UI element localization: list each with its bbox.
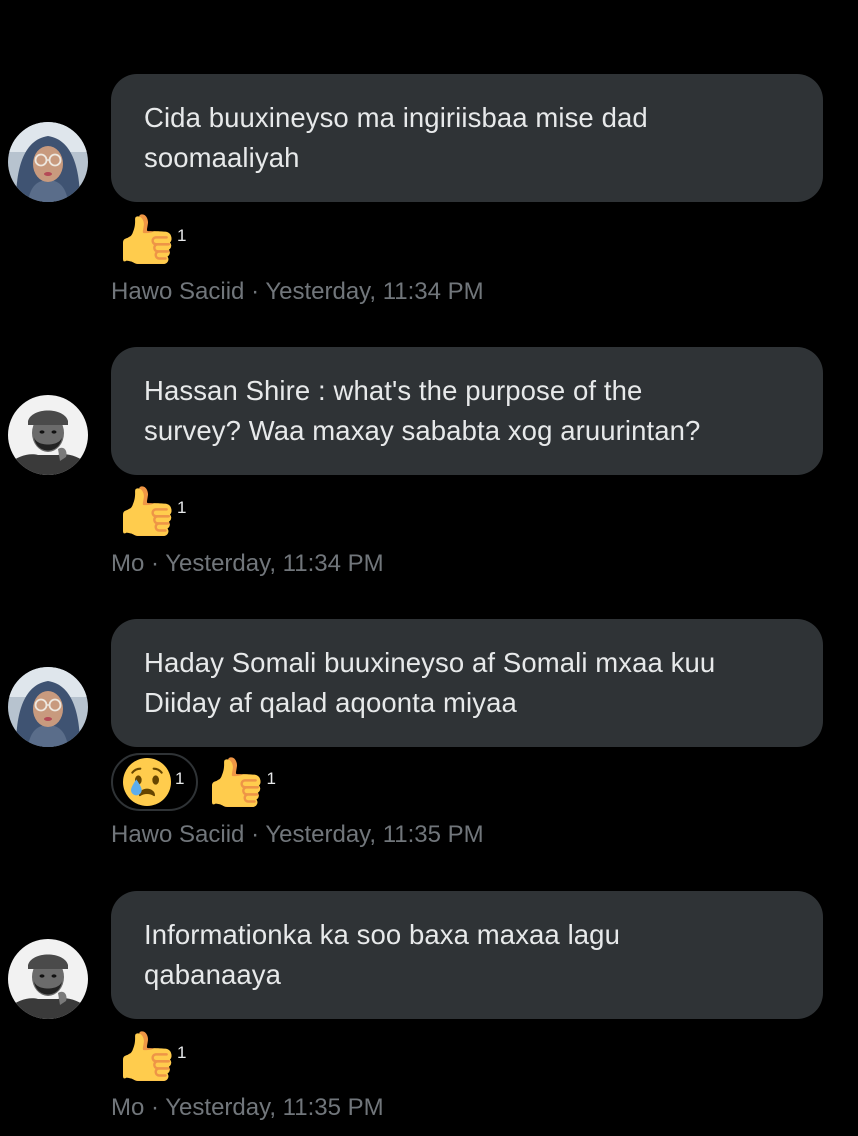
message-text-line: Diiday af qalad aqoonta miyaa bbox=[144, 687, 517, 718]
message-text-line: Haday Somali buuxineyso af Somali mxaa k… bbox=[144, 647, 716, 678]
thumbs-up-icon bbox=[212, 757, 262, 807]
message-timestamp: Yesterday, 11:35 PM bbox=[165, 1094, 384, 1121]
message-bubble[interactable]: Cida buuxineyso ma ingiriisbaa mise dad … bbox=[111, 74, 823, 202]
message-meta: Hawo Saciid · Yesterday, 11:35 PM bbox=[111, 821, 484, 849]
message-text-line: survey? Waa maxay sababta xog aruurintan… bbox=[144, 415, 701, 446]
reaction-crying-face[interactable]: 1 bbox=[111, 753, 199, 811]
author-name[interactable]: Mo bbox=[111, 550, 144, 577]
message-text-line: Hassan Shire : what's the purpose of the bbox=[144, 375, 643, 406]
avatar[interactable] bbox=[8, 667, 88, 747]
reactions-row: 1 1 bbox=[111, 752, 289, 812]
message-meta: Mo · Yesterday, 11:35 PM bbox=[111, 1094, 384, 1122]
meta-separator: · bbox=[244, 278, 266, 305]
reactions-row: 1 bbox=[111, 209, 199, 269]
reaction-thumbs-up[interactable]: 1 bbox=[111, 211, 199, 267]
reaction-count: 1 bbox=[177, 498, 187, 517]
avatar[interactable] bbox=[8, 122, 88, 202]
reaction-count: 1 bbox=[177, 1043, 187, 1062]
reaction-count: 1 bbox=[177, 226, 187, 245]
avatar-image bbox=[8, 122, 88, 202]
message-text-line: Cida buuxineyso ma ingiriisbaa mise dad bbox=[144, 102, 648, 133]
message-text-line: Informationka ka soo baxa maxaa lagu bbox=[144, 919, 620, 950]
author-name[interactable]: Hawo Saciid bbox=[111, 821, 244, 848]
message-text-line: qabanaaya bbox=[144, 959, 282, 990]
author-name[interactable]: Hawo Saciid bbox=[111, 278, 244, 305]
message-meta: Mo · Yesterday, 11:34 PM bbox=[111, 550, 384, 578]
reaction-thumbs-up[interactable]: 1 bbox=[200, 754, 288, 810]
meta-separator: · bbox=[244, 821, 266, 848]
message-text-line: soomaaliyah bbox=[144, 142, 300, 173]
avatar-image bbox=[8, 667, 88, 747]
reactions-row: 1 bbox=[111, 481, 199, 541]
meta-separator: · bbox=[144, 550, 166, 577]
meta-separator: · bbox=[144, 1094, 166, 1121]
reaction-count: 1 bbox=[266, 769, 276, 788]
author-name[interactable]: Mo bbox=[111, 1094, 144, 1121]
reactions-row: 1 bbox=[111, 1026, 199, 1086]
message-meta: Hawo Saciid · Yesterday, 11:34 PM bbox=[111, 278, 484, 306]
reaction-thumbs-up[interactable]: 1 bbox=[111, 483, 199, 539]
avatar-image bbox=[8, 939, 88, 1019]
avatar-image bbox=[8, 395, 88, 475]
reaction-thumbs-up[interactable]: 1 bbox=[111, 1028, 199, 1084]
thumbs-up-icon bbox=[123, 1031, 173, 1081]
message-bubble[interactable]: Hassan Shire : what's the purpose of the… bbox=[111, 347, 823, 475]
avatar[interactable] bbox=[8, 939, 88, 1019]
message-bubble[interactable]: Haday Somali buuxineyso af Somali mxaa k… bbox=[111, 619, 823, 747]
thumbs-up-icon bbox=[123, 486, 173, 536]
avatar[interactable] bbox=[8, 395, 88, 475]
thumbs-up-icon bbox=[123, 214, 173, 264]
message-timestamp: Yesterday, 11:35 PM bbox=[265, 821, 484, 848]
reaction-count: 1 bbox=[175, 769, 185, 788]
message-timestamp: Yesterday, 11:34 PM bbox=[265, 278, 484, 305]
crying-face-icon bbox=[123, 758, 171, 806]
message-timestamp: Yesterday, 11:34 PM bbox=[165, 550, 384, 577]
message-bubble[interactable]: Informationka ka soo baxa maxaa lagu qab… bbox=[111, 891, 823, 1019]
